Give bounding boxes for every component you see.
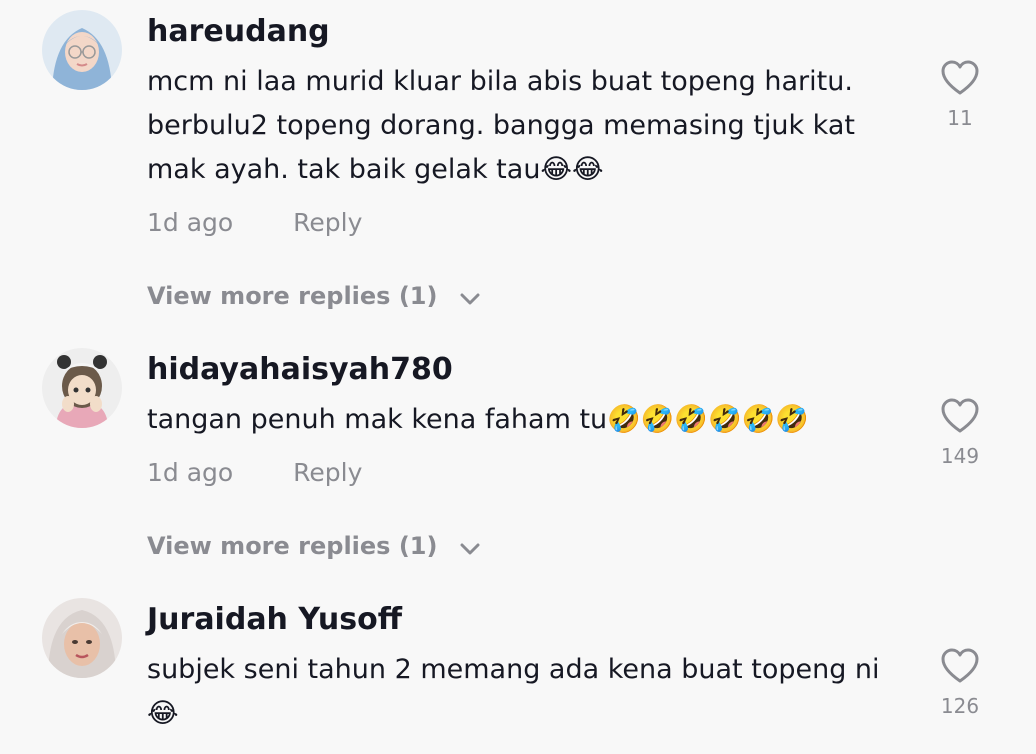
like-count: 149 bbox=[940, 444, 980, 468]
avatar[interactable] bbox=[42, 348, 122, 428]
view-more-replies-label: View more replies (1) bbox=[147, 282, 438, 310]
comment-text: subjek seni tahun 2 memang ada kena buat… bbox=[147, 654, 880, 729]
comment-username[interactable]: Juraidah Yusoff bbox=[147, 602, 402, 638]
heart-outline-icon bbox=[920, 648, 1000, 684]
comment-text: tangan penuh mak kena faham tu🤣🤣🤣🤣🤣🤣 bbox=[147, 404, 809, 435]
like-count: 126 bbox=[940, 694, 980, 718]
comment-timestamp: 1d ago bbox=[147, 208, 234, 237]
avatar[interactable] bbox=[42, 10, 122, 90]
comment-username[interactable]: hareudang bbox=[147, 14, 330, 50]
avatar[interactable] bbox=[42, 598, 122, 678]
like-button[interactable]: 149 bbox=[920, 398, 1000, 468]
view-more-replies-label: View more replies (1) bbox=[147, 532, 438, 560]
like-button[interactable]: 11 bbox=[920, 60, 1000, 130]
view-more-replies-button[interactable]: View more replies (1) bbox=[147, 281, 480, 312]
comment-username[interactable]: hidayahaisyah780 bbox=[147, 352, 453, 388]
comment-list: hareudang mcm ni laa murid kluar bila ab… bbox=[0, 0, 1036, 754]
heart-outline-icon bbox=[920, 60, 1000, 96]
comment-text: mcm ni laa murid kluar bila abis buat to… bbox=[147, 66, 855, 185]
reply-button[interactable]: Reply bbox=[293, 208, 362, 237]
comment-meta: 1d ago Reply bbox=[147, 458, 362, 488]
like-button[interactable]: 126 bbox=[920, 648, 1000, 718]
heart-outline-icon bbox=[920, 398, 1000, 434]
reply-button[interactable]: Reply bbox=[293, 458, 362, 487]
comment-timestamp: 1d ago bbox=[147, 458, 234, 487]
like-count: 11 bbox=[947, 106, 973, 130]
chevron-down-icon bbox=[460, 532, 480, 562]
comment-meta: 1d ago Reply bbox=[147, 208, 362, 238]
chevron-down-icon bbox=[460, 282, 480, 312]
view-more-replies-button[interactable]: View more replies (1) bbox=[147, 531, 480, 562]
